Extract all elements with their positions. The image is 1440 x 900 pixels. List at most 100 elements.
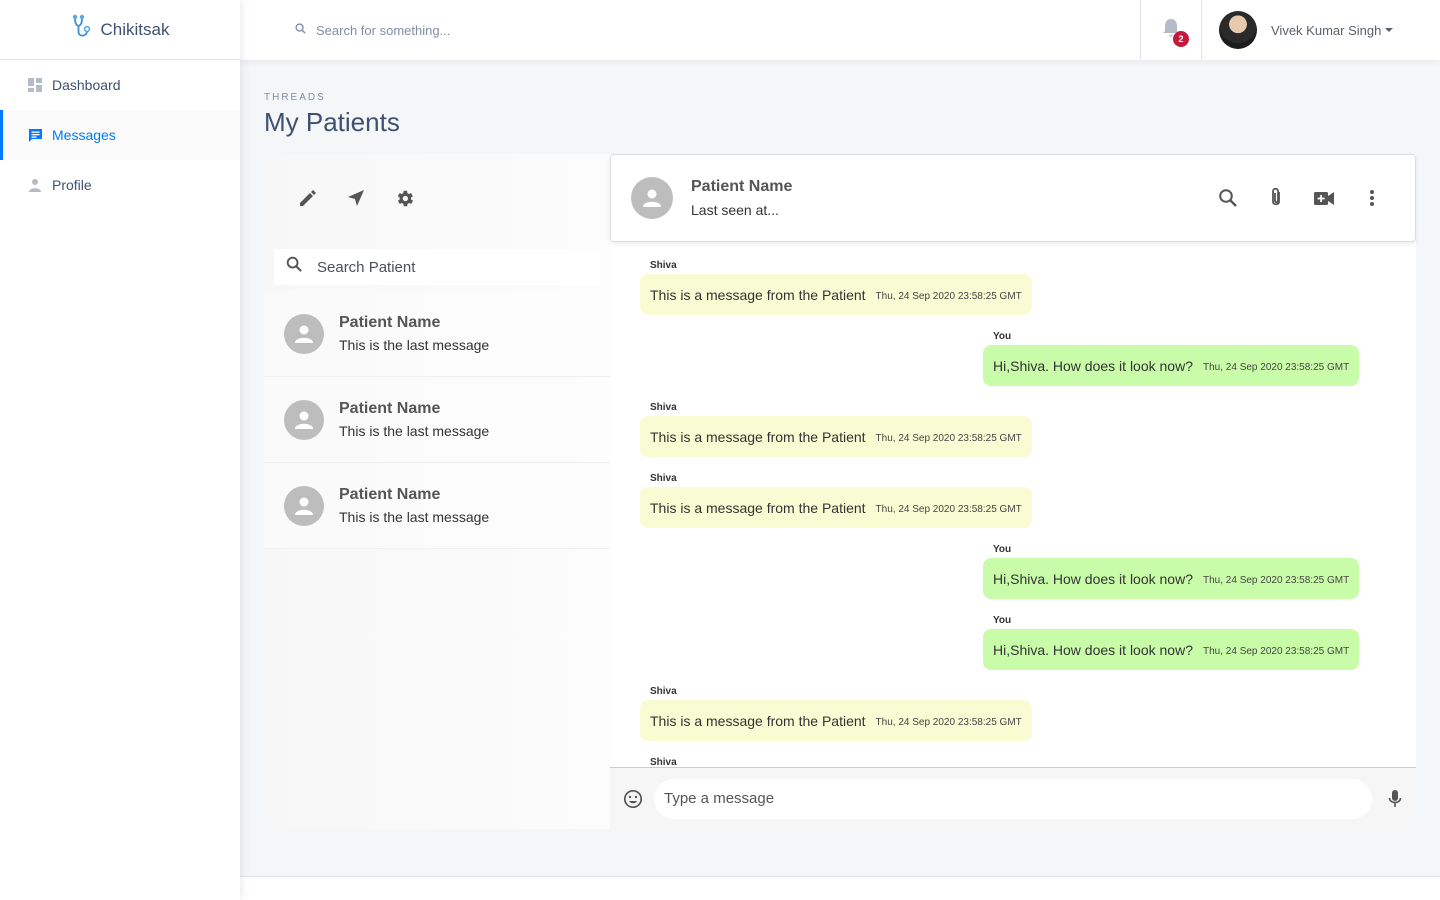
page-header: THREADS My Patients bbox=[264, 92, 400, 138]
message-text: This is a message from the Patient bbox=[650, 712, 866, 729]
message-sender: You bbox=[993, 331, 1012, 342]
user-name: Vivek Kumar Singh bbox=[1271, 22, 1382, 38]
message-text: Hi,Shiva. How does it look now? bbox=[993, 570, 1193, 587]
avatar bbox=[1219, 11, 1257, 49]
page-title: My Patients bbox=[264, 107, 400, 137]
message-outgoing: You Hi,Shiva. How does it look now? Thu,… bbox=[983, 544, 1360, 599]
message-incoming: Shiva This is a message from the Patient… bbox=[640, 686, 1032, 741]
brand[interactable]: Chikitsak bbox=[0, 0, 240, 60]
user-menu[interactable]: Vivek Kumar Singh bbox=[1202, 0, 1440, 60]
message-outgoing: You Hi,Shiva. How does it look now? Thu,… bbox=[983, 331, 1360, 386]
threads-panel: Patient Name This is the last message Pa… bbox=[264, 154, 610, 829]
sidebar-nav: Dashboard Messages Profile bbox=[0, 60, 240, 210]
topbar: 2 Vivek Kumar Singh bbox=[240, 0, 1440, 60]
thread-last-message: This is the last message bbox=[339, 509, 490, 525]
global-search bbox=[240, 0, 1140, 60]
thread-item[interactable]: Patient Name This is the last message bbox=[264, 377, 610, 463]
sidebar-item-dashboard[interactable]: Dashboard bbox=[0, 60, 240, 110]
microphone-icon[interactable] bbox=[1384, 788, 1406, 810]
chat-panel: Patient Name Last seen at... Shiva This … bbox=[610, 154, 1416, 829]
message-sender: Shiva bbox=[650, 686, 677, 697]
video-call-icon[interactable] bbox=[1313, 186, 1335, 210]
emoji-icon[interactable] bbox=[622, 788, 644, 810]
thread-patient-name: Patient Name bbox=[339, 314, 441, 331]
pencil-icon[interactable] bbox=[297, 187, 319, 209]
message-time: Thu, 24 Sep 2020 23:58:25 GMT bbox=[875, 716, 1022, 728]
message-composer bbox=[610, 767, 1416, 829]
page-eyebrow: THREADS bbox=[264, 92, 326, 103]
search-icon[interactable] bbox=[1217, 186, 1239, 210]
sidebar-item-label: Profile bbox=[52, 177, 92, 193]
message-sender: Shiva bbox=[650, 757, 677, 766]
message-incoming: Shiva This is a message from the Patient… bbox=[640, 260, 1032, 315]
message-text: This is a message from the Patient bbox=[650, 499, 866, 516]
message-incoming: Shiva This is a message from the Patient… bbox=[640, 402, 1032, 457]
message-bubble: This is a message from the Patient Thu, … bbox=[640, 700, 1032, 741]
person-icon bbox=[27, 177, 43, 193]
message-time: Thu, 24 Sep 2020 23:58:25 GMT bbox=[1203, 361, 1350, 373]
patient-search bbox=[274, 249, 600, 285]
person-icon bbox=[631, 177, 673, 219]
message-sender: You bbox=[993, 615, 1012, 626]
thread-last-message: This is the last message bbox=[339, 337, 490, 353]
message-outgoing: You Hi,Shiva. How does it look now? Thu,… bbox=[983, 615, 1360, 670]
message-bubble: This is a message from the Patient Thu, … bbox=[640, 274, 1032, 315]
message-incoming: Shiva bbox=[640, 757, 677, 766]
dashboard-icon bbox=[27, 77, 43, 93]
message-time: Thu, 24 Sep 2020 23:58:25 GMT bbox=[875, 503, 1022, 515]
message-text: Hi,Shiva. How does it look now? bbox=[993, 641, 1193, 658]
thread-patient-name: Patient Name bbox=[339, 400, 441, 417]
stethoscope-icon bbox=[71, 14, 93, 45]
message-bubble: Hi,Shiva. How does it look now? Thu, 24 … bbox=[983, 629, 1360, 670]
message-bubble: This is a message from the Patient Thu, … bbox=[640, 416, 1032, 457]
message-incoming: Shiva This is a message from the Patient… bbox=[640, 473, 1032, 528]
more-vertical-icon[interactable] bbox=[1361, 186, 1383, 210]
patient-search-input[interactable] bbox=[317, 258, 577, 276]
brand-name: Chikitsak bbox=[100, 19, 170, 39]
chevron-down-icon bbox=[1385, 28, 1394, 32]
message-text: This is a message from the Patient bbox=[650, 286, 866, 303]
search-icon bbox=[295, 21, 306, 39]
chat-actions bbox=[1217, 186, 1383, 210]
thread-list: Patient Name This is the last message Pa… bbox=[264, 291, 610, 549]
message-time: Thu, 24 Sep 2020 23:58:25 GMT bbox=[1203, 645, 1350, 657]
person-icon bbox=[284, 313, 324, 354]
navigation-arrow-icon[interactable] bbox=[345, 187, 367, 209]
message-sender: You bbox=[993, 544, 1012, 555]
notification-badge: 2 bbox=[1173, 31, 1189, 47]
gear-icon[interactable] bbox=[393, 187, 415, 209]
footer bbox=[240, 876, 1440, 900]
sidebar-item-label: Messages bbox=[52, 127, 116, 143]
sidebar: Chikitsak Dashboard Messages Profile bbox=[0, 0, 240, 900]
thread-last-message: This is the last message bbox=[339, 423, 490, 439]
thread-patient-name: Patient Name bbox=[339, 486, 441, 503]
message-list: Shiva This is a message from the Patient… bbox=[610, 254, 1416, 766]
message-time: Thu, 24 Sep 2020 23:58:25 GMT bbox=[1203, 574, 1350, 586]
sidebar-item-messages[interactable]: Messages bbox=[0, 110, 240, 160]
message-sender: Shiva bbox=[650, 473, 677, 484]
thread-item[interactable]: Patient Name This is the last message bbox=[264, 463, 610, 549]
sidebar-item-profile[interactable]: Profile bbox=[0, 160, 240, 210]
message-time: Thu, 24 Sep 2020 23:58:25 GMT bbox=[875, 290, 1022, 302]
chat-header: Patient Name Last seen at... bbox=[610, 154, 1416, 242]
message-bubble: Hi,Shiva. How does it look now? Thu, 24 … bbox=[983, 558, 1360, 599]
person-icon bbox=[284, 399, 324, 440]
chat-patient-name: Patient Name bbox=[691, 178, 793, 195]
attachment-icon[interactable] bbox=[1265, 186, 1287, 210]
global-search-input[interactable] bbox=[316, 22, 916, 38]
search-icon bbox=[286, 256, 303, 278]
message-time: Thu, 24 Sep 2020 23:58:25 GMT bbox=[875, 432, 1022, 444]
thread-item[interactable]: Patient Name This is the last message bbox=[264, 291, 610, 377]
notifications-button[interactable]: 2 bbox=[1140, 0, 1202, 60]
message-sender: Shiva bbox=[650, 402, 677, 413]
message-text: This is a message from the Patient bbox=[650, 428, 866, 445]
chat-icon bbox=[27, 127, 43, 143]
message-text: Hi,Shiva. How does it look now? bbox=[993, 357, 1193, 374]
message-input[interactable] bbox=[654, 778, 1372, 819]
chat-last-seen: Last seen at... bbox=[691, 202, 779, 218]
person-icon bbox=[284, 485, 324, 526]
sidebar-item-label: Dashboard bbox=[52, 77, 121, 93]
message-bubble: Hi,Shiva. How does it look now? Thu, 24 … bbox=[983, 345, 1360, 386]
threads-toolbar bbox=[264, 154, 610, 242]
message-bubble: This is a message from the Patient Thu, … bbox=[640, 487, 1032, 528]
